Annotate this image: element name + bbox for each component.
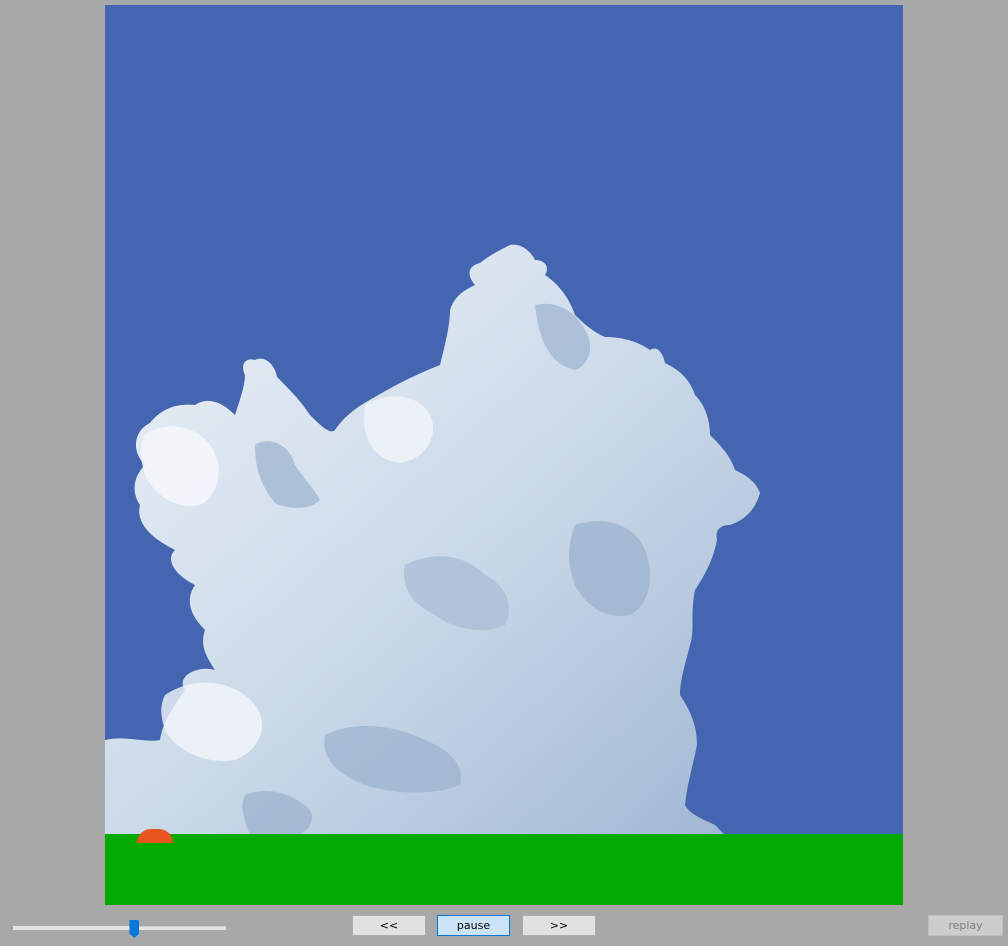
replay-button[interactable]: replay [928,915,1003,936]
slider-thumb[interactable] [129,920,140,938]
game-canvas[interactable] [105,5,903,905]
previous-frame-button[interactable]: << [352,915,426,936]
cumulus-cloud [105,244,760,834]
pause-button[interactable]: pause [437,915,510,936]
next-frame-button[interactable]: >> [522,915,596,936]
playback-controls: << pause >> replay [0,905,1008,946]
slider-fill [13,926,135,929]
game-window: << pause >> replay [0,0,1008,946]
player-character [137,829,173,843]
ground [105,834,903,905]
speed-slider[interactable] [13,920,226,938]
